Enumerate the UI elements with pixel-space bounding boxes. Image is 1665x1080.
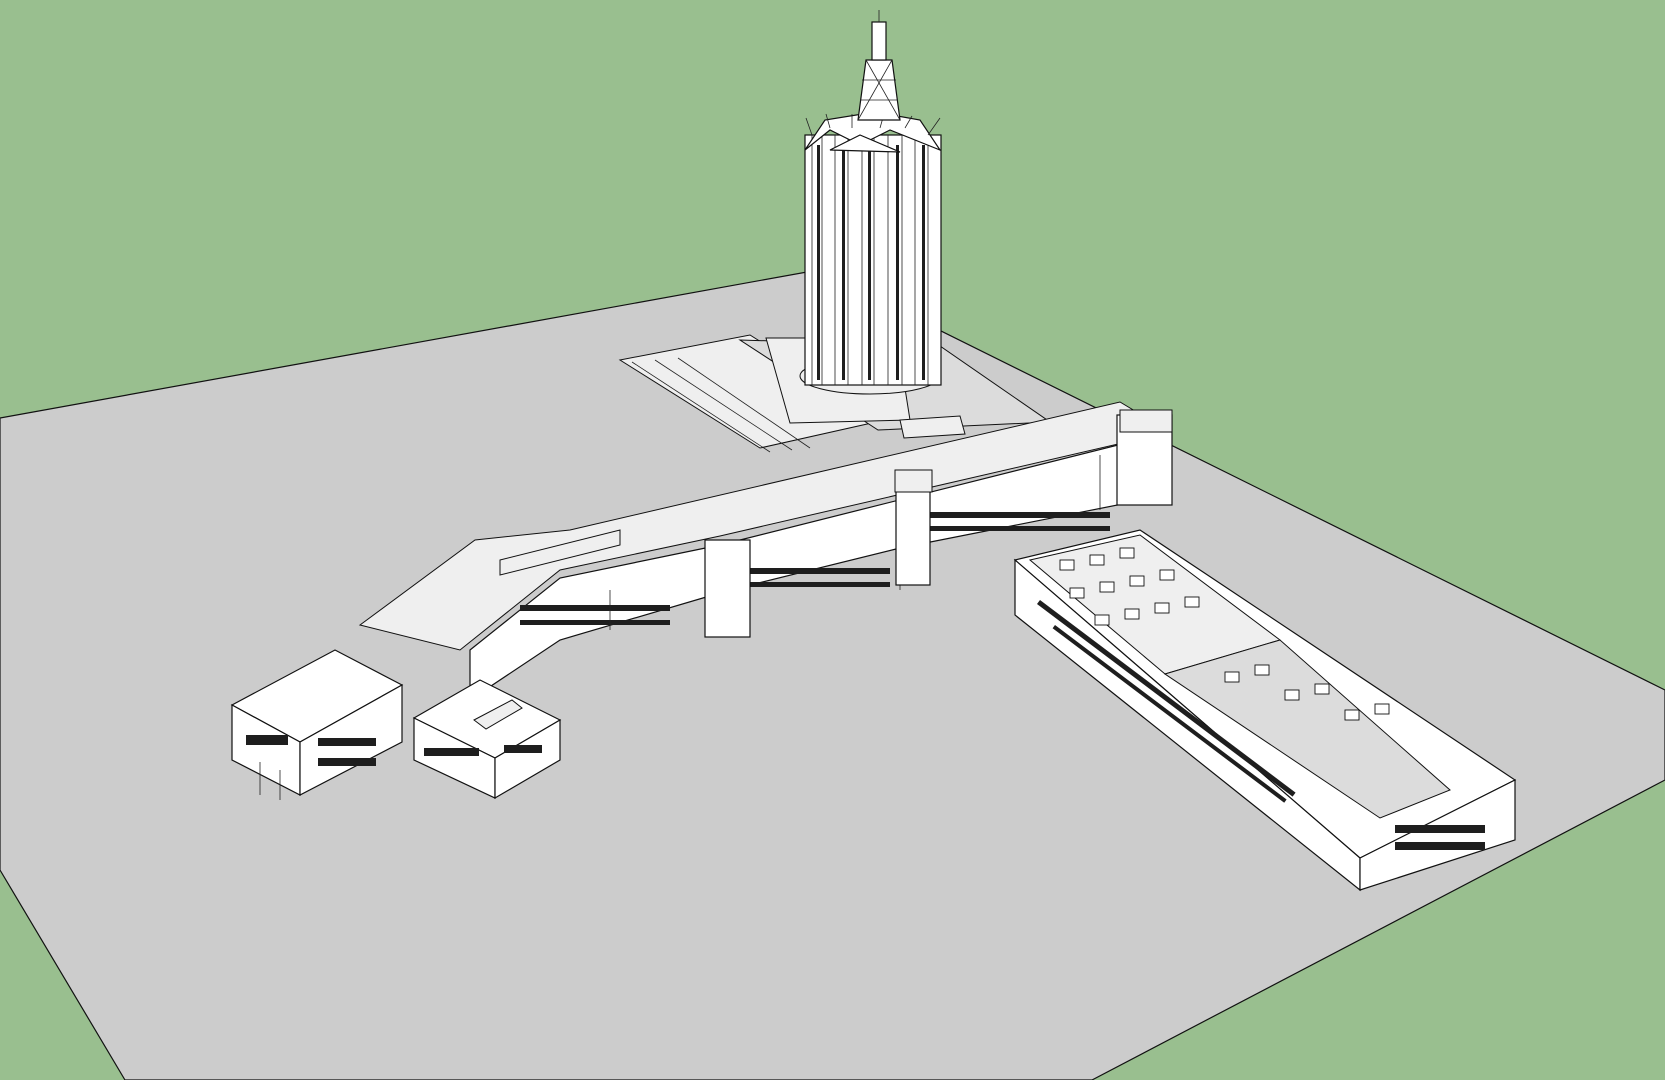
modeling-viewport[interactable] <box>0 0 1665 1080</box>
3d-scene[interactable] <box>0 0 1665 1080</box>
